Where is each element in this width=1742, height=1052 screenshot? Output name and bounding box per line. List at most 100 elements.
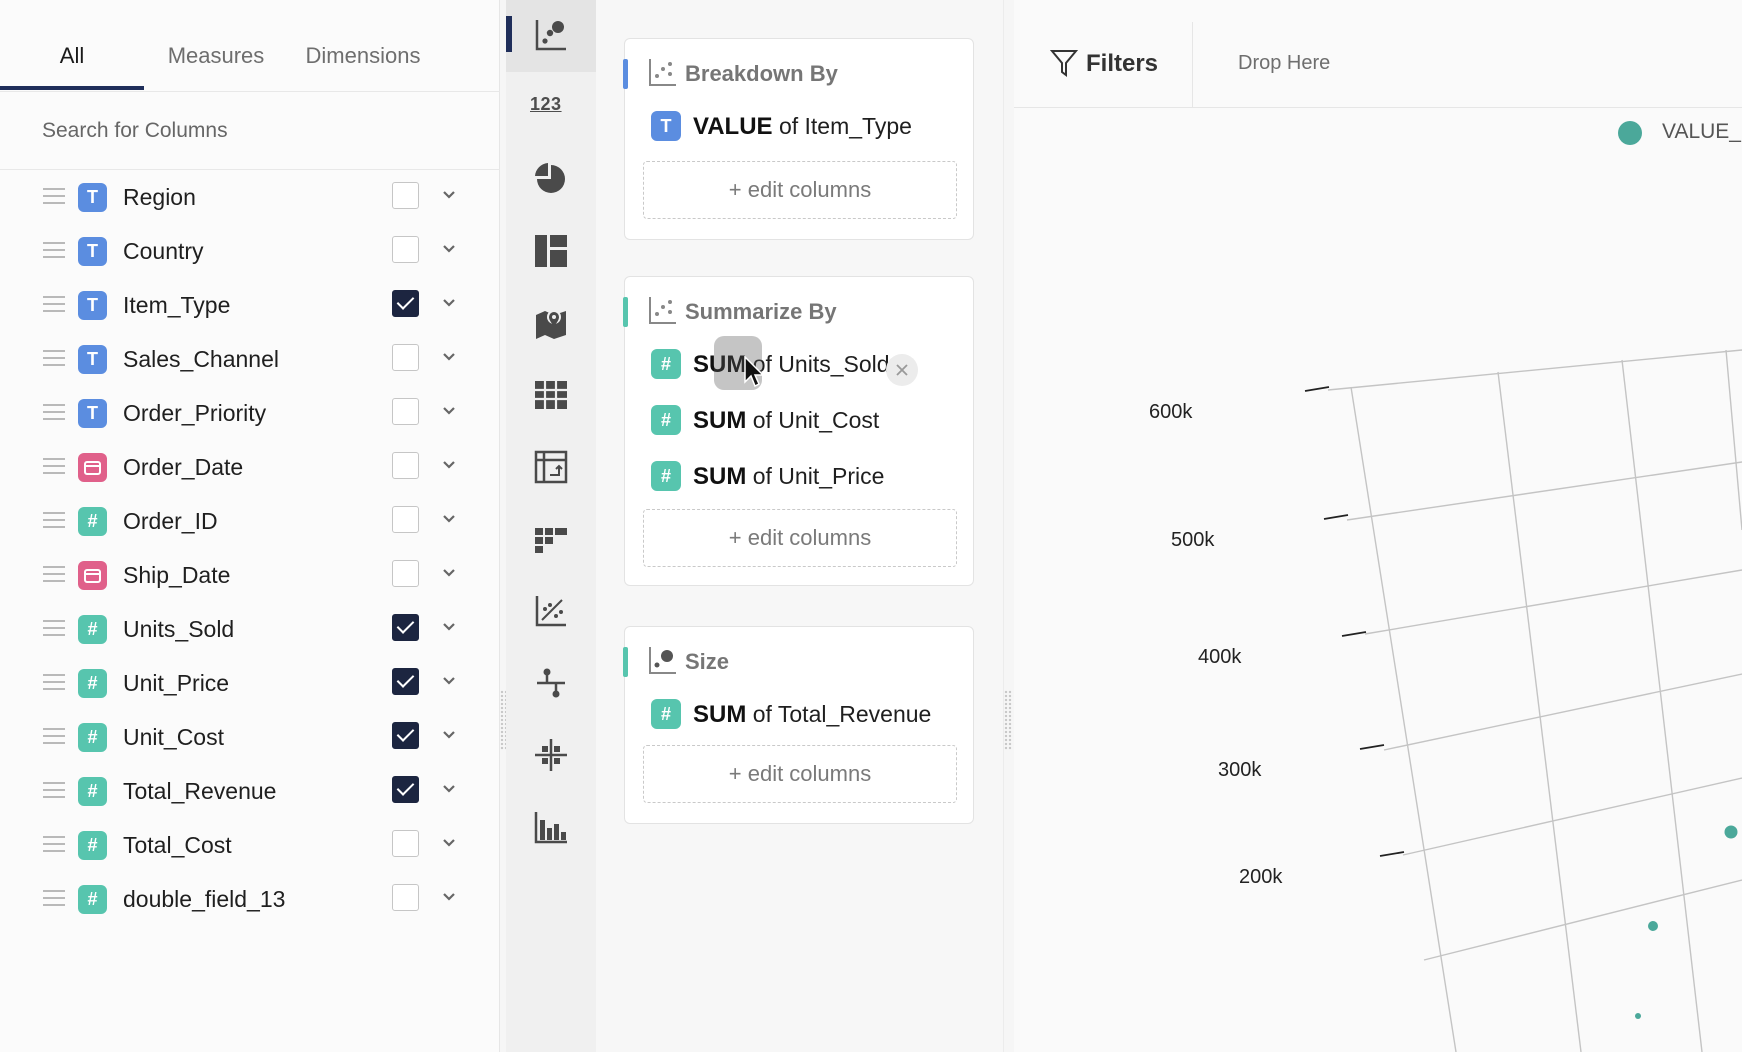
column-row[interactable]: # Unit_Price	[0, 656, 500, 710]
column-row[interactable]: # Unit_Cost	[0, 710, 500, 764]
heatmap-icon[interactable]	[506, 504, 596, 576]
text-type-icon: T	[78, 237, 107, 266]
chevron-down-icon[interactable]	[442, 350, 456, 364]
grid-line	[1346, 461, 1742, 521]
chevron-down-icon[interactable]	[442, 890, 456, 904]
map-icon[interactable]	[506, 288, 596, 360]
drag-handle-icon[interactable]	[43, 404, 65, 422]
summarize-card: Summarize By # SUM of Units_Sold # SUM o…	[623, 276, 974, 586]
tick-label: 400k	[1198, 646, 1242, 668]
scatter-plot-icon[interactable]	[506, 0, 596, 72]
column-checkbox[interactable]	[392, 830, 419, 857]
tab-measures[interactable]: Measures	[144, 0, 288, 92]
column-row[interactable]: # Total_Revenue	[0, 764, 500, 818]
column-row[interactable]: T Item_Type	[0, 278, 500, 332]
column-row[interactable]: T Region	[0, 170, 500, 224]
chevron-down-icon[interactable]	[442, 404, 456, 418]
crosshair-icon[interactable]	[506, 720, 596, 792]
number-icon[interactable]: 123	[506, 72, 596, 144]
chevron-down-icon[interactable]	[442, 458, 456, 472]
column-row[interactable]: T Order_Priority	[0, 386, 500, 440]
drag-handle-icon[interactable]	[43, 350, 65, 368]
drag-handle-icon[interactable]	[43, 620, 65, 638]
edit-columns-button[interactable]: + edit columns	[643, 509, 957, 567]
chevron-down-icon[interactable]	[442, 242, 456, 256]
resize-handle[interactable]	[1004, 690, 1012, 750]
config-panel: Breakdown By T VALUE of Item_Type + edit…	[596, 0, 1004, 1052]
column-row[interactable]: # double_field_13	[0, 872, 500, 926]
histogram-icon[interactable]	[506, 792, 596, 864]
drag-handle-icon[interactable]	[43, 728, 65, 746]
chevron-down-icon[interactable]	[442, 782, 456, 796]
grid-line	[1497, 371, 1582, 1052]
drag-handle-icon[interactable]	[43, 458, 65, 476]
column-row[interactable]: Order_Date	[0, 440, 500, 494]
chevron-down-icon[interactable]	[442, 512, 456, 526]
search-input[interactable]	[42, 114, 462, 148]
active-tab-indicator	[0, 86, 144, 90]
column-checkbox[interactable]	[392, 776, 419, 803]
column-checkbox[interactable]	[392, 884, 419, 911]
column-name: Sales_Channel	[123, 346, 280, 372]
chevron-down-icon[interactable]	[442, 620, 456, 634]
column-checkbox[interactable]	[392, 398, 419, 425]
aggregation-label: SUM	[693, 463, 747, 490]
number-type-icon: #	[78, 507, 107, 536]
data-point	[1724, 825, 1738, 839]
column-checkbox[interactable]	[392, 452, 419, 479]
scatter-3d-chart[interactable]: 600k 500k 400k 300k 200k	[1014, 110, 1742, 1052]
tab-all[interactable]: All	[0, 0, 144, 92]
column-checkbox[interactable]	[392, 236, 419, 263]
chart-grid	[1327, 349, 1742, 1052]
close-icon[interactable]	[886, 354, 918, 386]
drag-handle-icon[interactable]	[43, 242, 65, 260]
drag-handle-icon[interactable]	[43, 836, 65, 854]
table-icon[interactable]	[506, 360, 596, 432]
drag-handle-icon[interactable]	[43, 296, 65, 314]
drag-handle-icon[interactable]	[43, 782, 65, 800]
chevron-down-icon[interactable]	[442, 836, 456, 850]
drag-handle-icon[interactable]	[43, 890, 65, 908]
pivot-icon[interactable]	[506, 432, 596, 504]
line-sparkline-icon[interactable]	[506, 648, 596, 720]
column-checkbox[interactable]	[392, 560, 419, 587]
number-type-icon: #	[78, 885, 107, 914]
number-type-icon: #	[651, 699, 681, 729]
edit-columns-button[interactable]: + edit columns	[643, 745, 957, 803]
column-checkbox[interactable]	[392, 722, 419, 749]
axis-ticks: 600k 500k 400k 300k 200k	[1149, 386, 1405, 888]
pie-chart-icon[interactable]	[506, 144, 596, 216]
column-checkbox[interactable]	[392, 290, 419, 317]
column-name: Region	[123, 184, 196, 210]
drag-handle-icon[interactable]	[43, 566, 65, 584]
column-checkbox[interactable]	[392, 614, 419, 641]
chevron-down-icon[interactable]	[442, 674, 456, 688]
column-row[interactable]: # Order_ID	[0, 494, 500, 548]
tab-dimensions[interactable]: Dimensions	[288, 0, 438, 92]
column-checkbox[interactable]	[392, 182, 419, 209]
drag-handle-icon[interactable]	[43, 674, 65, 692]
chevron-down-icon[interactable]	[442, 188, 456, 202]
edit-columns-button[interactable]: + edit columns	[643, 161, 957, 219]
tick-label: 600k	[1149, 401, 1193, 423]
column-row[interactable]: # Total_Cost	[0, 818, 500, 872]
column-checkbox[interactable]	[392, 668, 419, 695]
filter-drop-zone[interactable]: Drop Here	[1238, 52, 1330, 75]
column-row[interactable]: Ship_Date	[0, 548, 500, 602]
filter-icon	[1050, 50, 1078, 77]
column-checkbox[interactable]	[392, 344, 419, 371]
drag-handle-icon[interactable]	[43, 188, 65, 206]
column-row[interactable]: T Country	[0, 224, 500, 278]
column-row[interactable]: T Sales_Channel	[0, 332, 500, 386]
chevron-down-icon[interactable]	[442, 728, 456, 742]
chevron-down-icon[interactable]	[442, 566, 456, 580]
text-type-icon: T	[78, 291, 107, 320]
text-type-icon: T	[78, 183, 107, 212]
correlation-icon[interactable]	[506, 576, 596, 648]
chevron-down-icon[interactable]	[442, 296, 456, 310]
data-points	[1635, 825, 1738, 1019]
column-row[interactable]: # Units_Sold	[0, 602, 500, 656]
drag-handle-icon[interactable]	[43, 512, 65, 530]
treemap-icon[interactable]	[506, 216, 596, 288]
column-checkbox[interactable]	[392, 506, 419, 533]
